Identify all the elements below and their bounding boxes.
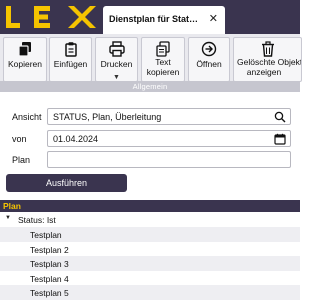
search-icon[interactable]: [274, 111, 286, 123]
von-date-field[interactable]: 01.04.2024: [47, 130, 291, 147]
plan-field[interactable]: [47, 151, 291, 168]
copy-icon: [18, 42, 31, 57]
group-label: Status: Ist: [18, 215, 56, 225]
print-label: Drucken: [100, 59, 133, 69]
chevron-down-icon[interactable]: ▼: [5, 215, 11, 221]
row-label: Testplan 5: [30, 288, 69, 298]
text-copy-icon: [156, 41, 170, 57]
von-label: von: [12, 134, 27, 144]
paste-label: Einfügen: [53, 59, 88, 69]
row-label: Testplan 2: [30, 244, 69, 255]
show-deleted-label: Gelöschte Objekte anzeigen: [234, 57, 301, 77]
table-row[interactable]: Testplan: [0, 227, 300, 242]
text-copy-label-line1: Text: [155, 57, 171, 67]
ribbon-toolbar: Kopieren Einfügen Drucken ▼ Text kopiere…: [0, 34, 302, 92]
von-value: 01.04.2024: [53, 134, 99, 144]
show-deleted-button[interactable]: Gelöschte Objekte anzeigen: [233, 37, 302, 82]
text-copy-label-line2: kopieren: [146, 67, 180, 77]
open-icon: [201, 41, 217, 57]
paste-button[interactable]: Einfügen: [49, 37, 92, 82]
text-copy-button[interactable]: Text kopieren: [141, 37, 185, 82]
calendar-icon[interactable]: [274, 133, 286, 145]
row-label: Testplan 4: [30, 273, 69, 284]
copy-label: Kopieren: [7, 59, 43, 69]
plan-label: Plan: [12, 155, 31, 165]
show-deleted-label-line1: Gelöschte Objekte: [237, 57, 301, 67]
group-row-status-ist[interactable]: ▼ Status: Ist: [0, 212, 300, 227]
row-label: Testplan: [30, 230, 62, 240]
open-label: Öffnen: [196, 59, 222, 69]
chevron-down-icon[interactable]: ▼: [96, 74, 137, 81]
text-copy-label: Text kopieren: [142, 57, 184, 77]
tab-dienstplan[interactable]: Dienstplan für Status... ✕: [103, 6, 225, 34]
plan-header: Plan: [0, 200, 300, 212]
tab-label: Dienstplan für Status...: [109, 14, 199, 24]
trash-icon: [261, 41, 274, 57]
table-row[interactable]: Testplan 5: [0, 285, 300, 300]
ribbon-group-label: Allgemein: [0, 81, 300, 92]
show-deleted-label-line2: anzeigen: [246, 67, 282, 77]
row-label: Testplan 3: [30, 259, 69, 269]
plan-title: Plan: [3, 201, 21, 211]
ansicht-value: STATUS, Plan, Überleitung: [53, 112, 162, 122]
table-row[interactable]: Testplan 2: [0, 241, 300, 256]
open-button[interactable]: Öffnen: [188, 37, 230, 82]
copy-button[interactable]: Kopieren: [3, 37, 47, 82]
ansicht-label: Ansicht: [12, 112, 42, 122]
table-row[interactable]: Testplan 3: [0, 256, 300, 271]
table-row[interactable]: Testplan 4: [0, 270, 300, 285]
print-button[interactable]: Drucken ▼: [95, 37, 138, 82]
run-button[interactable]: Ausführen: [6, 174, 127, 192]
ansicht-field[interactable]: STATUS, Plan, Überleitung: [47, 108, 291, 125]
close-icon[interactable]: ✕: [209, 13, 218, 25]
paste-icon: [64, 42, 77, 57]
print-icon: [108, 41, 125, 57]
lex-logo: [6, 6, 96, 28]
app-header: Dienstplan für Status... ✕: [0, 0, 300, 34]
